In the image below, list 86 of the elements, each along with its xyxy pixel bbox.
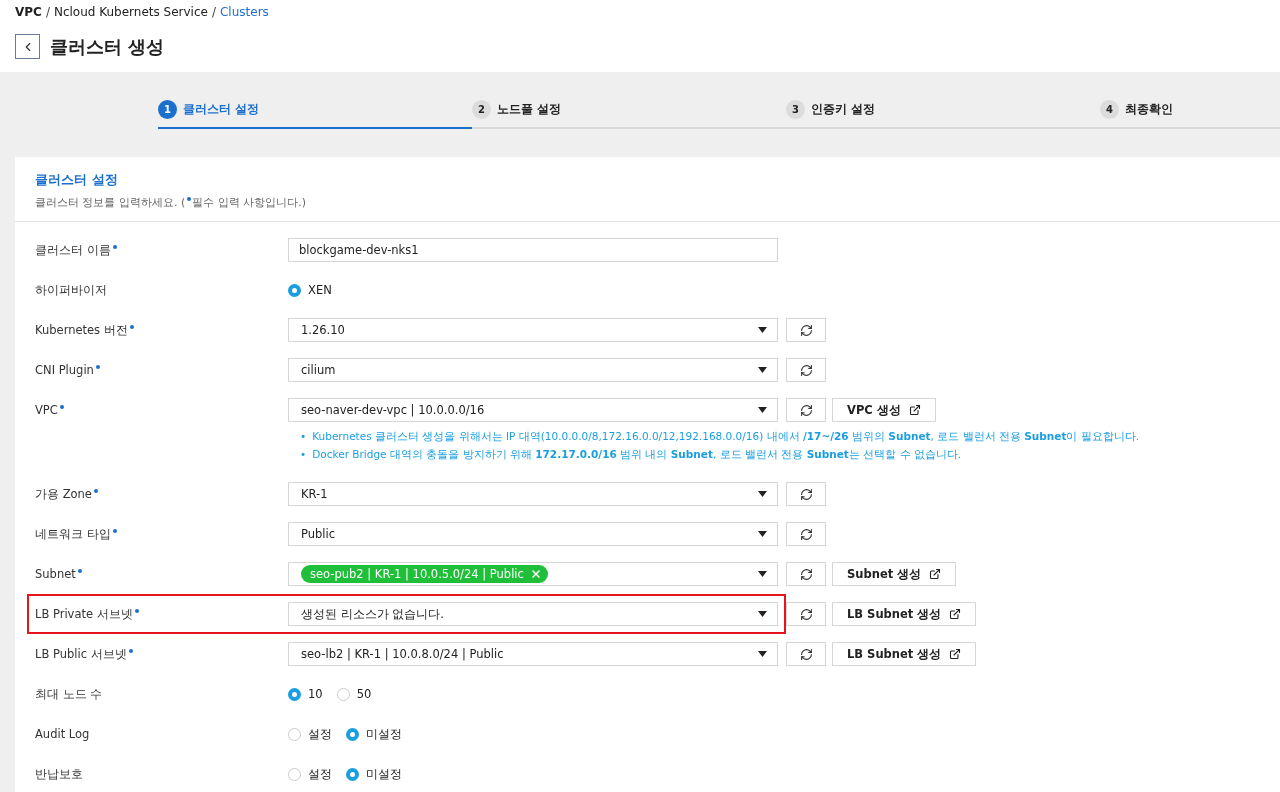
external-link-icon — [929, 568, 942, 580]
field-label: 반납보호 — [35, 766, 84, 783]
refresh-button[interactable] — [786, 562, 826, 586]
select-field[interactable]: seo-naver-dev-vpc | 10.0.0.0/16 — [288, 398, 778, 422]
external-link-icon — [949, 608, 962, 620]
field-label: CNI Plugin — [35, 358, 288, 382]
field-label: LB Public 서브넷 — [35, 642, 288, 666]
field-label: 가용 Zone — [35, 482, 288, 506]
caret-down-icon — [758, 651, 767, 657]
breadcrumb-link[interactable]: Ncloud Kubernets Service — [53, 5, 208, 19]
field-label: VPC — [35, 398, 288, 422]
refresh-icon — [799, 567, 813, 581]
refresh-button[interactable] — [786, 318, 826, 342]
breadcrumb-link[interactable]: Clusters — [220, 5, 269, 19]
radio-option[interactable]: 설정 — [288, 766, 332, 782]
refresh-icon — [799, 607, 813, 621]
refresh-button[interactable] — [786, 522, 826, 546]
refresh-icon — [799, 363, 813, 377]
external-link-icon — [908, 404, 921, 416]
radio-option[interactable]: 미설정 — [346, 766, 402, 782]
field-label: 최대 노드 수 — [35, 686, 104, 703]
refresh-icon — [799, 527, 813, 541]
radio-icon[interactable] — [288, 283, 301, 297]
refresh-icon — [799, 647, 813, 661]
radio-icon[interactable] — [288, 727, 301, 741]
select-field[interactable]: seo-lb2 | KR-1 | 10.0.8.0/24 | Public — [288, 642, 778, 666]
radio-icon[interactable] — [336, 687, 350, 701]
caret-down-icon — [758, 611, 767, 617]
select-field[interactable]: KR-1 — [288, 482, 778, 506]
radio-option[interactable]: 10 — [288, 687, 323, 701]
select-field[interactable]: 1.26.10 — [288, 318, 778, 342]
caret-down-icon — [758, 407, 767, 413]
breadcrumb-separator: / — [45, 5, 50, 19]
refresh-icon — [799, 487, 813, 501]
select-field[interactable]: cilium — [288, 358, 778, 382]
page-title: 클러스터 생성 — [50, 34, 165, 59]
field-label: Kubernetes 버전 — [35, 318, 288, 342]
field-label: Audit Log — [35, 726, 91, 743]
radio-option[interactable]: 미설정 — [346, 726, 402, 742]
text-field[interactable]: blockgame-dev-nks1 — [288, 238, 778, 262]
create-button[interactable]: LB Subnet 생성 — [832, 642, 977, 666]
refresh-button[interactable] — [786, 398, 826, 422]
info-note: Docker Bridge 대역의 충돌을 방지하기 위해 172.17.0.0/16 범위 내의 Subnet, 로드 밸런서 전용 Subnet는 선택할 수 없습니다. — [312, 447, 962, 462]
field-label: Subnet — [35, 562, 288, 586]
field-label: LB Private 서브넷 — [35, 602, 288, 626]
breadcrumb-separator: / — [211, 5, 216, 19]
bullet-mark: • — [300, 447, 307, 462]
caret-down-icon — [758, 367, 767, 373]
external-link-icon — [949, 648, 962, 660]
field-label: 클러스터 이름 — [35, 238, 288, 262]
info-note: Kubernetes 클러스터 생성을 위해서는 IP 대역(10.0.0.0/8,172.16.0.0/12,192.168.0.0/16) 내에서 /17~/26 범위의 Subnet, 로드 밸런서 전용 Subnet이 필요합니다. — [312, 429, 1140, 444]
step-tab[interactable]: 4 최종확인 — [1100, 100, 1280, 129]
back-button[interactable] — [15, 34, 40, 59]
subnet-tag: seo-pub2 | KR-1 | 10.0.5.0/24 | Public — [301, 565, 548, 583]
radio-icon[interactable] — [288, 767, 301, 781]
radio-icon[interactable] — [346, 727, 359, 741]
step-tab[interactable]: 2 노드풀 설정 — [472, 100, 786, 129]
refresh-button[interactable] — [786, 602, 826, 626]
caret-down-icon — [758, 491, 767, 497]
create-button[interactable]: VPC 생성 — [832, 398, 936, 422]
close-icon[interactable] — [529, 568, 542, 580]
breadcrumb-link[interactable]: VPC — [15, 5, 42, 19]
select-field[interactable]: 생성된 리소스가 없습니다. — [288, 602, 778, 626]
section-title: 클러스터 설정 — [35, 171, 119, 189]
radio-option[interactable]: 50 — [336, 687, 372, 701]
radio-icon[interactable] — [288, 687, 301, 701]
create-button[interactable]: Subnet 생성 — [832, 562, 957, 586]
radio-option[interactable]: XEN — [288, 283, 332, 297]
create-button[interactable]: LB Subnet 생성 — [832, 602, 977, 626]
field-label: 하이퍼바이저 — [35, 282, 108, 299]
field-label: 네트워크 타입 — [35, 522, 288, 546]
refresh-button[interactable] — [786, 642, 826, 666]
bullet-mark: • — [300, 429, 307, 444]
section-description: 클러스터 정보를 입력하세요. ( 필수 입력 사항입니다.) — [35, 195, 308, 210]
step-tab[interactable]: 3 인증키 설정 — [786, 100, 1100, 129]
radio-icon[interactable] — [346, 767, 359, 781]
radio-option[interactable]: 설정 — [288, 726, 332, 742]
step-tab[interactable]: 1 클러스터 설정 — [158, 100, 472, 129]
caret-down-icon — [758, 327, 767, 333]
caret-down-icon — [758, 571, 767, 577]
refresh-button[interactable] — [786, 482, 826, 506]
caret-down-icon — [758, 531, 767, 537]
refresh-button[interactable] — [786, 358, 826, 382]
select-field[interactable]: Public — [288, 522, 778, 546]
refresh-icon — [799, 403, 813, 417]
refresh-icon — [799, 323, 813, 337]
